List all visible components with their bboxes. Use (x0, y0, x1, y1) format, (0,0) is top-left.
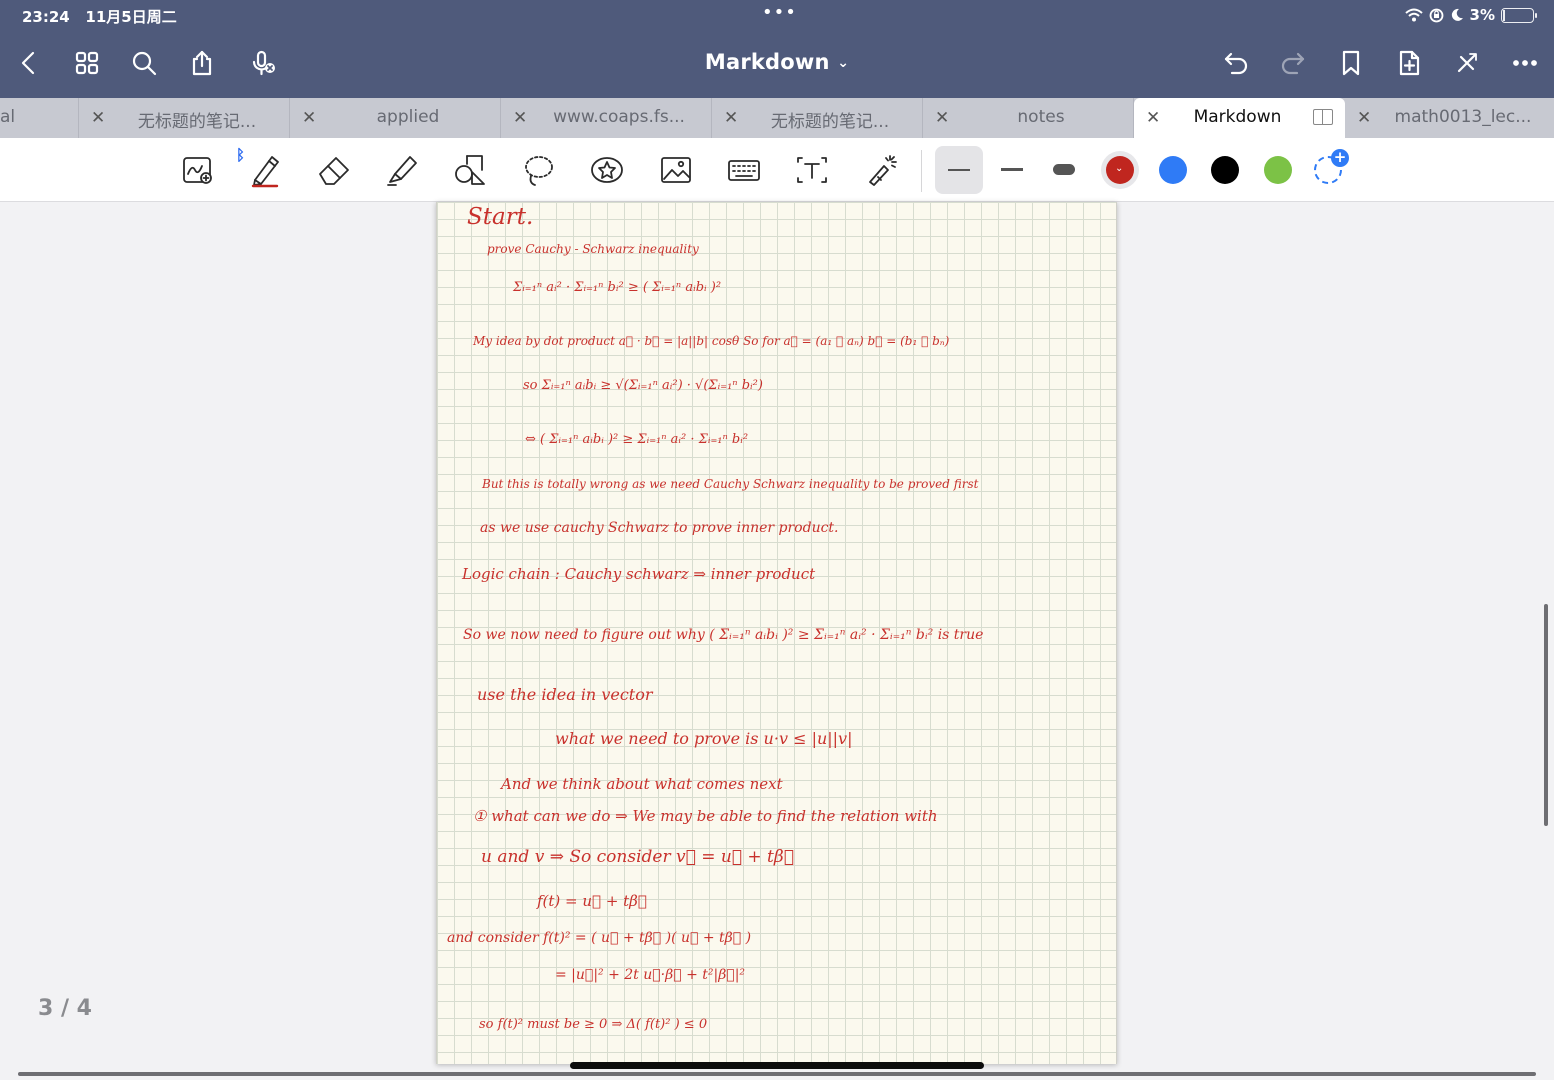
document-title[interactable]: Markdown ⌄ (705, 50, 849, 74)
handwritten-line: My idea by dot product a⃗ · b⃗ = |a||b| … (473, 334, 950, 348)
handwritten-line: f(t) = u⃗ + tβ⃗ (537, 892, 647, 910)
status-bar-time: 23:24 11月5日周二 (22, 6, 177, 27)
microphone-off-icon[interactable] (244, 44, 282, 82)
chevron-down-icon: ⌄ (837, 55, 850, 71)
tab-close-icon[interactable]: ✕ (935, 108, 949, 128)
text-box-icon[interactable] (790, 150, 834, 190)
thickness-medium[interactable] (1001, 168, 1023, 171)
toolbar-divider (921, 150, 922, 192)
share-icon[interactable] (183, 44, 221, 82)
shapes-icon[interactable] (448, 150, 492, 190)
handwritten-line: use the idea in vector (477, 685, 653, 704)
grid-icon[interactable] (68, 44, 106, 82)
handwritten-line: Σᵢ₌₁ⁿ aᵢ² · Σᵢ₌₁ⁿ bᵢ² ≥ ( Σᵢ₌₁ⁿ aᵢbᵢ )² (513, 280, 722, 295)
home-indicator[interactable] (570, 1062, 984, 1069)
handwritten-line: so f(t)² must be ≥ 0 ⇒ Δ( f(t)² ) ≤ 0 (479, 1017, 708, 1032)
tab-7[interactable]: ✕ math0013_lec... (1345, 98, 1554, 138)
handwritten-line: ① what can we do ⇒ We may be able to fin… (473, 807, 938, 825)
color-swatch-green[interactable] (1264, 156, 1292, 184)
status-time: 23:24 (22, 8, 70, 26)
highlighter-icon[interactable] (380, 150, 424, 190)
handwritten-line: so Σᵢ₌₁ⁿ aᵢbᵢ ≥ √(Σᵢ₌₁ⁿ aᵢ²) · √(Σᵢ₌₁ⁿ b… (523, 378, 763, 393)
tab-2[interactable]: ✕ applied (290, 98, 501, 138)
tab-label: 无标题的笔记... (770, 112, 890, 132)
horizontal-scrollbar[interactable] (18, 1072, 1536, 1076)
tab-label: al (0, 107, 16, 127)
tab-6[interactable]: ✕ Markdown (1134, 98, 1345, 138)
handwritten-line: and consider f(t)² = ( u⃗ + tβ⃗ )( u⃗ + … (447, 930, 752, 946)
handwritten-line: And we think about what comes next (501, 775, 783, 793)
tab-bar: al ✕ 无标题的笔记... ✕ applied ✕ www.coaps.fs... ✕ 无标题… (0, 98, 1554, 138)
close-tools-icon[interactable] (1448, 44, 1486, 82)
search-icon[interactable] (125, 44, 163, 82)
battery-icon (1501, 7, 1537, 23)
tab-close-icon[interactable]: ✕ (1146, 108, 1160, 128)
moon-icon (1451, 8, 1463, 21)
notebook-page[interactable]: Start. prove Cauchy - Schwarz inequality… (436, 202, 1117, 1064)
add-color-button[interactable]: + (1314, 149, 1349, 184)
handwritten-line: = |u⃗|² + 2t u⃗·β⃗ + t²|β⃗|² (555, 967, 746, 983)
handwritten-line: what we need to prove is u·v ≤ |u||v| (555, 729, 853, 748)
battery-level (1503, 9, 1505, 21)
handwritten-line: So we now need to figure out why ( Σᵢ₌₁ⁿ… (463, 627, 984, 643)
orientation-lock-icon (1429, 8, 1443, 22)
thickness-thin[interactable] (948, 169, 970, 171)
vertical-scrollbar[interactable] (1544, 604, 1548, 826)
bookmark-icon[interactable] (1332, 44, 1370, 82)
handwritten-line: Logic chain : Cauchy schwarz ⇒ inner pro… (462, 565, 816, 583)
pen-icon[interactable] (243, 150, 287, 190)
tab-label: applied (376, 107, 440, 127)
handwritten-line: But this is totally wrong as we need Cau… (482, 477, 979, 491)
color-swatch-red[interactable]: ⌄ (1106, 156, 1134, 184)
multitasking-dots-icon[interactable]: ••• (762, 2, 797, 23)
zoom-window-icon[interactable] (176, 150, 220, 190)
tab-0[interactable]: al (0, 98, 79, 138)
back-icon[interactable] (10, 44, 48, 82)
page-counter: 3 / 4 (38, 996, 92, 1021)
plus-icon: + (1331, 149, 1349, 167)
keyboard-icon[interactable] (722, 150, 766, 190)
status-date: 11月5日周二 (85, 8, 177, 26)
tab-close-icon[interactable]: ✕ (513, 108, 527, 128)
handwritten-line: as we use cauchy Schwarz to prove inner … (480, 520, 839, 536)
tab-1[interactable]: ✕ 无标题的笔记... (79, 98, 290, 138)
laser-pointer-icon[interactable] (860, 150, 904, 190)
add-page-icon[interactable] (1390, 44, 1428, 82)
tab-close-icon[interactable]: ✕ (1357, 108, 1371, 128)
handwritten-line: ⇔ ( Σᵢ₌₁ⁿ aᵢbᵢ )² ≥ Σᵢ₌₁ⁿ aᵢ² · Σᵢ₌₁ⁿ bᵢ… (525, 432, 749, 447)
tab-3[interactable]: ✕ www.coaps.fs... (501, 98, 712, 138)
color-swatch-black[interactable] (1211, 156, 1239, 184)
document-title-text: Markdown (704, 50, 830, 74)
tab-4[interactable]: ✕ 无标题的笔记... (712, 98, 923, 138)
handwritten-line: u and v ⇒ So consider v⃗ = u⃗ + tβ⃗ (481, 847, 794, 867)
tab-5[interactable]: ✕ notes (923, 98, 1134, 138)
more-icon[interactable] (1506, 44, 1544, 82)
redo-icon[interactable] (1274, 44, 1312, 82)
wifi-icon (1404, 8, 1423, 22)
tab-label: math0013_lec... (1394, 107, 1532, 127)
tab-close-icon[interactable]: ✕ (91, 108, 105, 128)
lasso-icon[interactable] (517, 150, 561, 190)
handwritten-line: Start. (467, 204, 534, 230)
tab-label: Markdown (1193, 107, 1282, 127)
top-app-bar: 23:24 11月5日周二 ••• 3% Markdown ⌄ (0, 0, 1554, 98)
tab-close-icon[interactable]: ✕ (724, 108, 738, 128)
color-swatch-blue[interactable] (1159, 156, 1187, 184)
eraser-icon[interactable] (312, 150, 356, 190)
status-bar-right: 3% (1404, 6, 1537, 24)
tab-close-icon[interactable]: ✕ (302, 108, 316, 128)
tab-label: www.coaps.fs... (553, 107, 685, 127)
battery-percent: 3% (1469, 6, 1495, 24)
thickness-thick[interactable] (1053, 164, 1075, 175)
undo-icon[interactable] (1217, 44, 1255, 82)
sticker-icon[interactable] (585, 150, 629, 190)
handwritten-line: prove Cauchy - Schwarz inequality (487, 242, 699, 256)
image-icon[interactable] (654, 150, 698, 190)
tab-label: notes (1017, 107, 1065, 127)
chevron-down-icon: ⌄ (1115, 163, 1124, 174)
split-view-icon[interactable] (1313, 109, 1333, 125)
tab-label: 无标题的笔记... (137, 112, 257, 132)
